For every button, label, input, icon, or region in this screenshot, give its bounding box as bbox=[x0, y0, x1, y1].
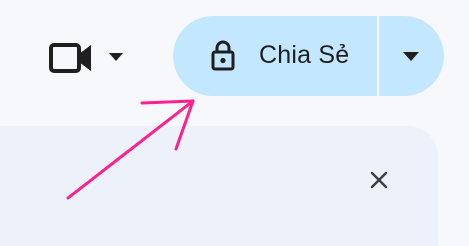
share-options-button[interactable] bbox=[379, 16, 444, 96]
close-icon bbox=[370, 171, 388, 189]
video-camera-icon bbox=[49, 43, 91, 73]
lock-icon bbox=[211, 40, 235, 71]
camera-button[interactable] bbox=[40, 30, 136, 86]
caret-down-icon bbox=[109, 53, 123, 61]
share-split-button: Chia Sẻ bbox=[173, 16, 444, 96]
close-button[interactable] bbox=[359, 160, 399, 200]
share-label: Chia Sẻ bbox=[259, 41, 350, 69]
caret-down-icon bbox=[403, 52, 419, 61]
share-button[interactable]: Chia Sẻ bbox=[173, 16, 377, 96]
